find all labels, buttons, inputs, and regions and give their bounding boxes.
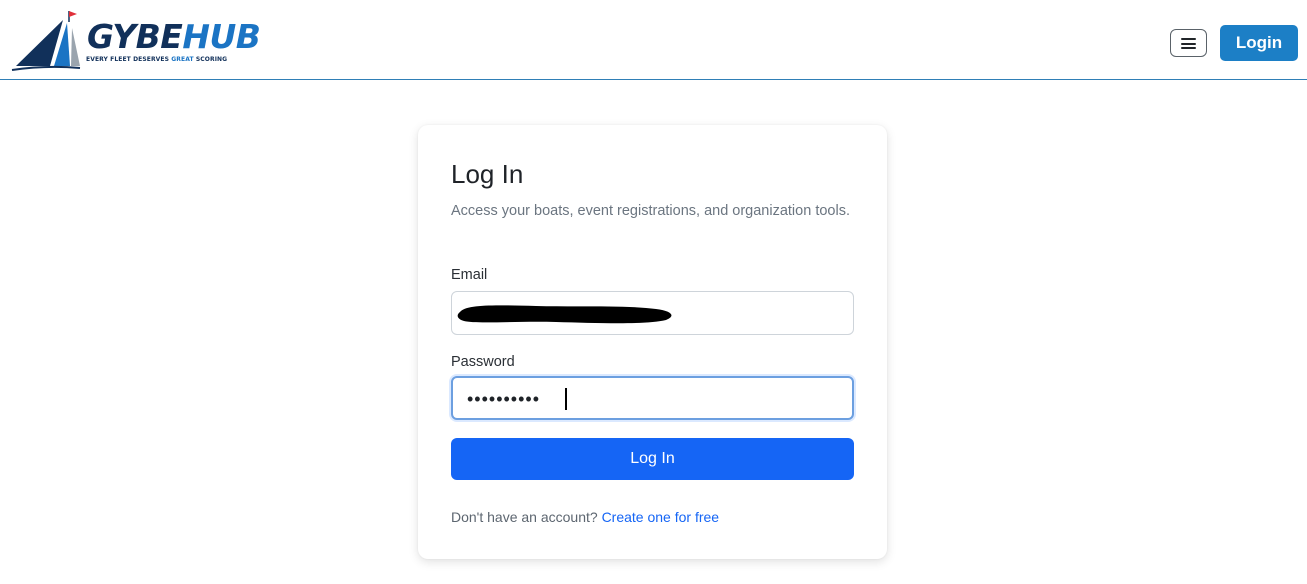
logo-tagline-end: SCORING (193, 56, 228, 63)
email-field[interactable] (451, 291, 854, 335)
text-cursor (565, 388, 567, 410)
logo-tagline-start: EVERY FLEET DESERVES (86, 56, 172, 63)
gybehub-logo[interactable]: GYBEHUB EVERY FLEET DESERVES GREAT SCORI… (10, 8, 261, 74)
menu-toggle-button[interactable] (1170, 29, 1207, 57)
logo-word-gybe: GYBE (87, 17, 183, 56)
logo-word-hub: HUB (182, 17, 261, 56)
hamburger-menu-icon (1181, 38, 1196, 49)
login-submit-button[interactable]: Log In (451, 438, 854, 480)
password-masked-value: •••••••••• (467, 389, 541, 409)
sailboat-logo-icon (11, 11, 81, 71)
header-login-button[interactable]: Login (1220, 25, 1298, 61)
email-label: Email (451, 267, 488, 283)
login-subtitle: Access your boats, event registrations, … (451, 203, 850, 219)
login-card: Log In Access your boats, event registra… (418, 125, 887, 559)
login-title: Log In (451, 159, 524, 189)
signup-prompt-text: Don't have an account? (451, 509, 602, 525)
site-header: GYBEHUB EVERY FLEET DESERVES GREAT SCORI… (0, 0, 1307, 80)
logo-wordmark: GYBEHUB (87, 17, 261, 56)
logo-tagline: EVERY FLEET DESERVES GREAT SCORING (86, 56, 227, 63)
signup-prompt: Don't have an account? Create one for fr… (451, 508, 719, 526)
email-redaction-mark (457, 305, 672, 324)
password-field[interactable]: •••••••••• (451, 376, 854, 420)
logo-tagline-highlight: GREAT (171, 56, 194, 63)
password-label: Password (451, 354, 515, 370)
create-account-link[interactable]: Create one for free (602, 509, 720, 525)
